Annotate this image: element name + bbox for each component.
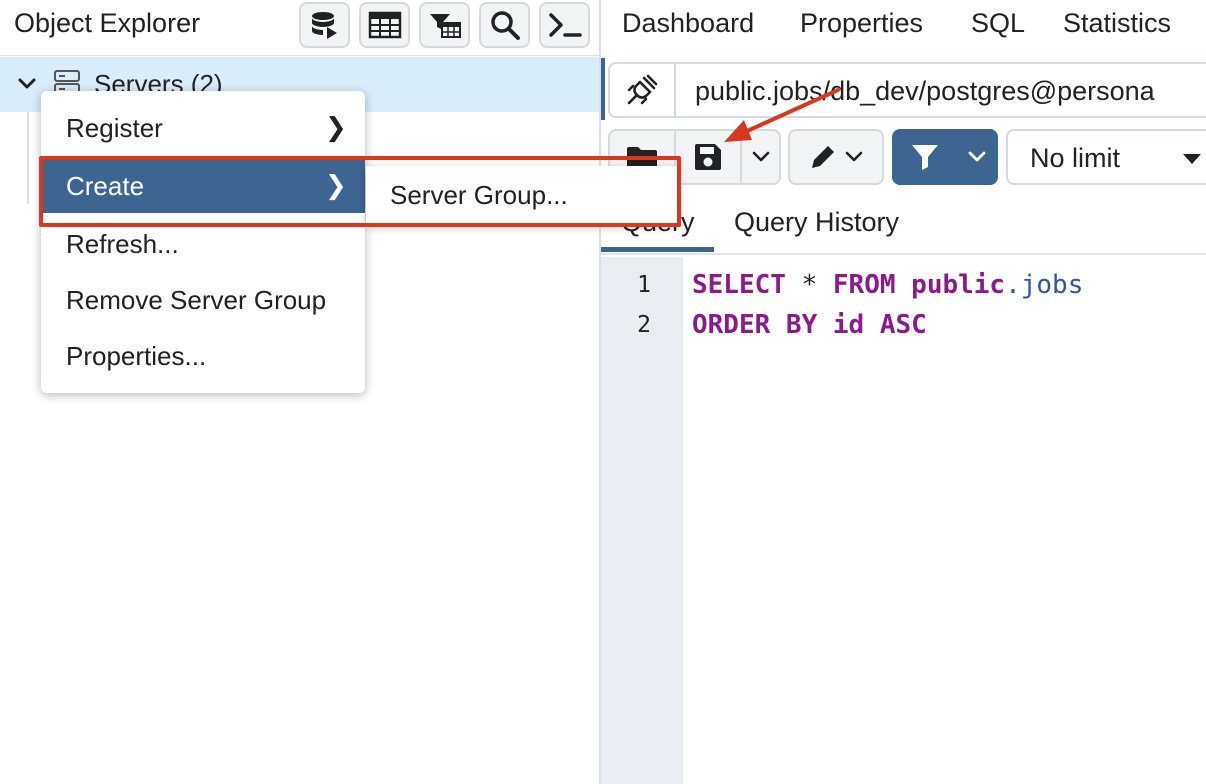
menu-item-remove-server-group[interactable]: Remove Server Group — [41, 271, 365, 327]
connection-selector[interactable]: public.jobs/db_dev/postgres@persona — [608, 62, 1206, 118]
sql-dot: . — [1005, 270, 1021, 300]
code-line-1[interactable]: SELECT * FROM public.jobs — [692, 270, 1083, 300]
main-tab-bar: Dashboard Properties SQL Statistics — [601, 0, 1206, 56]
editor-tab-bar: Query Query History — [601, 195, 1206, 255]
sql-operator: * — [785, 270, 833, 300]
menu-item-label: Remove Server Group — [66, 285, 327, 315]
active-connection-accent — [601, 58, 605, 120]
menu-item-label: Properties... — [66, 341, 207, 371]
sql-identifier: jobs — [1020, 270, 1084, 300]
menu-item-create[interactable]: Create ❯ — [41, 157, 365, 213]
sql-schema: public — [895, 270, 1006, 300]
object-explorer-header: Object Explorer — [0, 0, 599, 56]
tab-statistics[interactable]: Statistics — [1063, 8, 1171, 39]
object-explorer-title: Object Explorer — [14, 8, 201, 38]
menu-item-label: Register — [66, 113, 163, 143]
sql-keyword: FROM — [832, 270, 896, 300]
database-icon — [311, 12, 337, 39]
tab-dashboard[interactable]: Dashboard — [622, 8, 754, 39]
tab-properties[interactable]: Properties — [800, 8, 923, 39]
menu-item-label: Create — [66, 171, 145, 201]
menu-item-server-group[interactable]: Server Group... — [390, 180, 568, 211]
chevron-down-icon — [845, 151, 863, 162]
view-data-button[interactable] — [359, 2, 410, 48]
connection-status-button[interactable] — [610, 64, 676, 116]
active-tab-indicator — [601, 247, 714, 252]
menu-item-label: Refresh... — [66, 229, 179, 259]
context-menu: Register ❯ Create ❯ Refresh... Remove Se… — [41, 91, 365, 393]
filter-button[interactable] — [892, 129, 958, 185]
row-limit-select[interactable]: No limit — [1006, 129, 1206, 185]
edit-menu-button[interactable] — [788, 129, 884, 185]
save-icon — [695, 144, 721, 170]
search-objects-button[interactable] — [479, 2, 530, 48]
tree-guide-line — [27, 112, 29, 204]
line-number: 1 — [637, 272, 651, 298]
terminal-icon — [548, 13, 582, 37]
filter-icon — [912, 145, 938, 170]
menu-item-register[interactable]: Register ❯ — [41, 99, 365, 155]
chevron-right-icon: ❯ — [325, 170, 347, 200]
chevron-down-icon[interactable] — [16, 73, 38, 95]
caret-down-icon — [1183, 154, 1201, 164]
connection-string: public.jobs/db_dev/postgres@persona — [695, 76, 1155, 106]
sql-column: id — [817, 310, 880, 340]
menu-item-properties[interactable]: Properties... — [41, 327, 365, 383]
table-icon — [368, 11, 401, 39]
query-tool-database-button[interactable] — [299, 2, 350, 48]
save-file-button[interactable] — [674, 129, 742, 185]
code-line-2[interactable]: ORDER BY id ASC — [692, 310, 927, 340]
psql-tool-button[interactable] — [539, 2, 590, 48]
chevron-right-icon: ❯ — [325, 112, 347, 142]
submenu-create: Server Group... — [366, 166, 678, 226]
sql-keyword: ASC — [879, 310, 927, 340]
sql-keyword: ORDER BY — [692, 310, 818, 340]
chevron-down-icon — [968, 151, 986, 162]
tab-query-history[interactable]: Query History — [734, 207, 899, 238]
pencil-icon — [812, 146, 834, 168]
menu-item-refresh[interactable]: Refresh... — [41, 215, 365, 271]
filtered-rows-button[interactable] — [419, 2, 470, 48]
line-number: 2 — [637, 312, 651, 338]
filter-table-icon — [429, 14, 461, 38]
tab-sql[interactable]: SQL — [971, 8, 1025, 39]
sql-keyword: SELECT — [692, 270, 786, 300]
row-limit-value: No limit — [1030, 143, 1121, 173]
search-icon — [490, 11, 520, 40]
plug-icon — [627, 74, 658, 105]
save-options-dropdown[interactable] — [740, 129, 781, 185]
chevron-down-icon — [752, 151, 769, 162]
filter-options-dropdown[interactable] — [956, 129, 998, 185]
